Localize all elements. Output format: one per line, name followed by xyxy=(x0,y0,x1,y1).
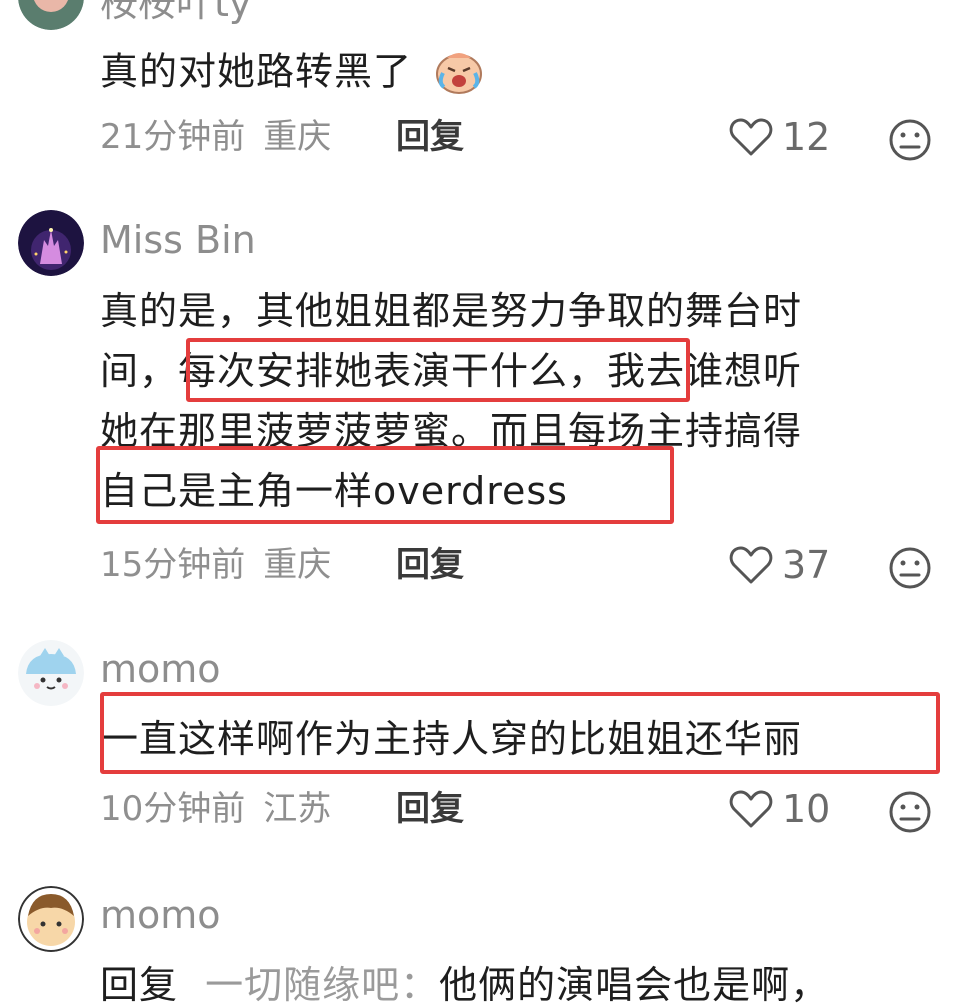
like-button[interactable]: 10 xyxy=(728,788,830,830)
like-count: 37 xyxy=(782,543,831,587)
neutral-face-icon[interactable] xyxy=(888,118,932,162)
avatar[interactable] xyxy=(18,210,84,276)
comment-text: 回复 一切随缘吧：他俩的演唱会也是啊， xyxy=(100,966,829,1004)
avatar[interactable] xyxy=(18,886,84,952)
reply-button[interactable]: 回复 xyxy=(396,120,464,154)
comment-text: 真的对她路转黑了 xyxy=(100,46,487,102)
avatar[interactable] xyxy=(18,640,84,706)
comment-meta: 21分钟前 重庆 xyxy=(100,117,332,157)
avatar[interactable] xyxy=(18,0,84,30)
comment-text-line: 她在那里菠萝菠萝蜜。而且每场主持搞得 xyxy=(100,409,803,453)
reply-button[interactable]: 回复 xyxy=(396,548,464,582)
username[interactable]: Miss Bin xyxy=(100,221,256,259)
reply-button[interactable]: 回复 xyxy=(396,792,464,826)
comment-text-line: 真的是，其他姐姐都是努力争取的舞台时 xyxy=(100,289,803,333)
username[interactable]: 桉桉叶ty xyxy=(100,0,251,22)
username[interactable]: momo xyxy=(100,896,221,934)
like-count: 10 xyxy=(782,787,831,831)
like-button[interactable]: 37 xyxy=(728,544,830,586)
username[interactable]: momo xyxy=(100,650,221,688)
comment-meta: 10分钟前 江苏 xyxy=(100,789,332,829)
highlight-box xyxy=(100,692,940,774)
reply-prefix: 回复 xyxy=(100,963,179,1007)
neutral-face-icon[interactable] xyxy=(888,546,932,590)
highlight-box xyxy=(96,446,674,524)
neutral-face-icon[interactable] xyxy=(888,790,932,834)
reply-target[interactable]: 一切随缘吧： xyxy=(205,963,439,1007)
heart-outline-icon xyxy=(729,546,773,584)
like-count: 12 xyxy=(782,115,831,159)
crying-face-emoji xyxy=(431,46,487,102)
heart-outline-icon xyxy=(729,790,773,828)
comment-meta: 15分钟前 重庆 xyxy=(100,545,332,585)
reply-text: 他俩的演唱会也是啊， xyxy=(439,963,830,1007)
highlight-box xyxy=(186,338,690,402)
heart-outline-icon xyxy=(729,118,773,156)
like-button[interactable]: 12 xyxy=(728,116,830,158)
